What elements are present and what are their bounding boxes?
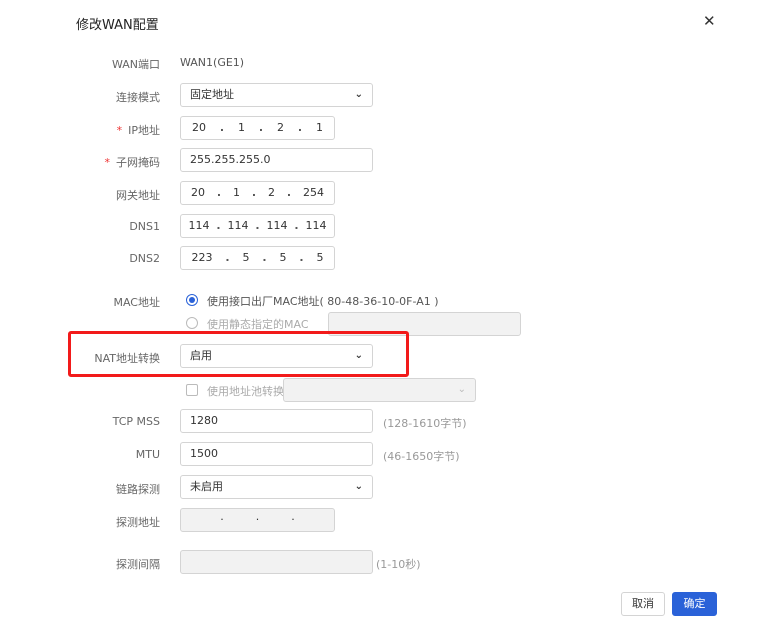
- wan-port-label: WAN端口: [111, 58, 160, 71]
- chevron-down-icon: ⌄: [457, 384, 466, 395]
- octet[interactable]: 114: [305, 215, 326, 237]
- octet[interactable]: 5: [316, 247, 323, 269]
- octet[interactable]: 20: [191, 182, 205, 204]
- detect-addr-input[interactable]: · · ·: [180, 508, 335, 532]
- mac-label: MAC地址: [113, 296, 160, 309]
- nat-label: NAT地址转换: [94, 352, 160, 365]
- octet[interactable]: 5: [279, 247, 286, 269]
- dns2-label: DNS2: [129, 252, 160, 265]
- octet[interactable]: 223: [191, 247, 212, 269]
- dns1-input[interactable]: 114. 114. 114. 114: [180, 214, 335, 238]
- cancel-button[interactable]: 取消: [621, 592, 665, 616]
- octet[interactable]: 1: [233, 182, 240, 204]
- nat-select[interactable]: 启用 ⌄: [180, 344, 373, 368]
- gateway-label: 网关地址: [116, 189, 160, 202]
- link-detect-label: 链路探测: [116, 483, 160, 496]
- dns1-label: DNS1: [129, 220, 160, 233]
- octet[interactable]: 254: [303, 182, 324, 204]
- subnet-label: * 子网掩码: [105, 154, 161, 170]
- subnet-input[interactable]: 255.255.255.0: [180, 148, 373, 172]
- subnet-label-text: 子网掩码: [116, 156, 160, 169]
- link-detect-value: 未启用: [190, 480, 223, 493]
- octet[interactable]: 1: [316, 117, 323, 139]
- mtu-hint: (46-1650字节): [383, 450, 460, 463]
- detect-interval-hint: (1-10秒): [376, 558, 421, 571]
- chevron-down-icon: ⌄: [354, 481, 363, 492]
- detect-interval-label: 探测间隔: [116, 558, 160, 571]
- octet[interactable]: 5: [242, 247, 249, 269]
- link-detect-select[interactable]: 未启用 ⌄: [180, 475, 373, 499]
- tcp-mss-hint: (128-1610字节): [383, 417, 467, 430]
- conn-mode-value: 固定地址: [190, 88, 234, 101]
- mtu-label: MTU: [135, 448, 160, 461]
- octet[interactable]: 2: [277, 117, 284, 139]
- chevron-down-icon: ⌄: [354, 350, 363, 361]
- mac-factory-radio[interactable]: [186, 294, 198, 306]
- conn-mode-select[interactable]: 固定地址 ⌄: [180, 83, 373, 107]
- ip-label-text: IP地址: [128, 124, 160, 137]
- dns2-input[interactable]: 223. 5. 5. 5: [180, 246, 335, 270]
- nat-value: 启用: [190, 349, 212, 362]
- tcp-mss-label: TCP MSS: [112, 415, 160, 428]
- pool-option-label: 使用地址池转换: [207, 385, 284, 398]
- ip-input[interactable]: 20. 1. 2. 1: [180, 116, 335, 140]
- mtu-input[interactable]: 1500: [180, 442, 373, 466]
- detect-addr-label: 探测地址: [116, 516, 160, 529]
- conn-mode-label: 连接模式: [116, 91, 160, 104]
- mac-static-option[interactable]: 使用静态指定的MAC: [207, 316, 309, 332]
- octet[interactable]: 20: [192, 117, 206, 139]
- chevron-down-icon: ⌄: [354, 89, 363, 100]
- mac-static-radio[interactable]: [186, 317, 198, 329]
- ok-button[interactable]: 确定: [672, 592, 717, 616]
- octet[interactable]: 2: [268, 182, 275, 204]
- octet[interactable]: 114: [188, 215, 209, 237]
- mac-factory-option[interactable]: 使用接口出厂MAC地址( 80-48-36-10-0F-A1 ): [207, 293, 439, 309]
- octet[interactable]: 114: [227, 215, 248, 237]
- gateway-input[interactable]: 20. 1. 2. 254: [180, 181, 335, 205]
- dialog-title: 修改WAN配置: [76, 18, 159, 33]
- ip-label: * IP地址: [117, 122, 160, 138]
- tcp-mss-input[interactable]: 1280: [180, 409, 373, 433]
- octet[interactable]: 114: [266, 215, 287, 237]
- wan-port-value: WAN1(GE1): [180, 56, 245, 69]
- pool-checkbox[interactable]: [186, 384, 198, 396]
- octet[interactable]: 1: [238, 117, 245, 139]
- close-icon[interactable]: ✕: [703, 12, 716, 30]
- required-mark: *: [116, 124, 123, 137]
- pool-select[interactable]: ⌄: [283, 378, 476, 402]
- required-mark: *: [104, 156, 111, 169]
- detect-interval-input[interactable]: [180, 550, 373, 574]
